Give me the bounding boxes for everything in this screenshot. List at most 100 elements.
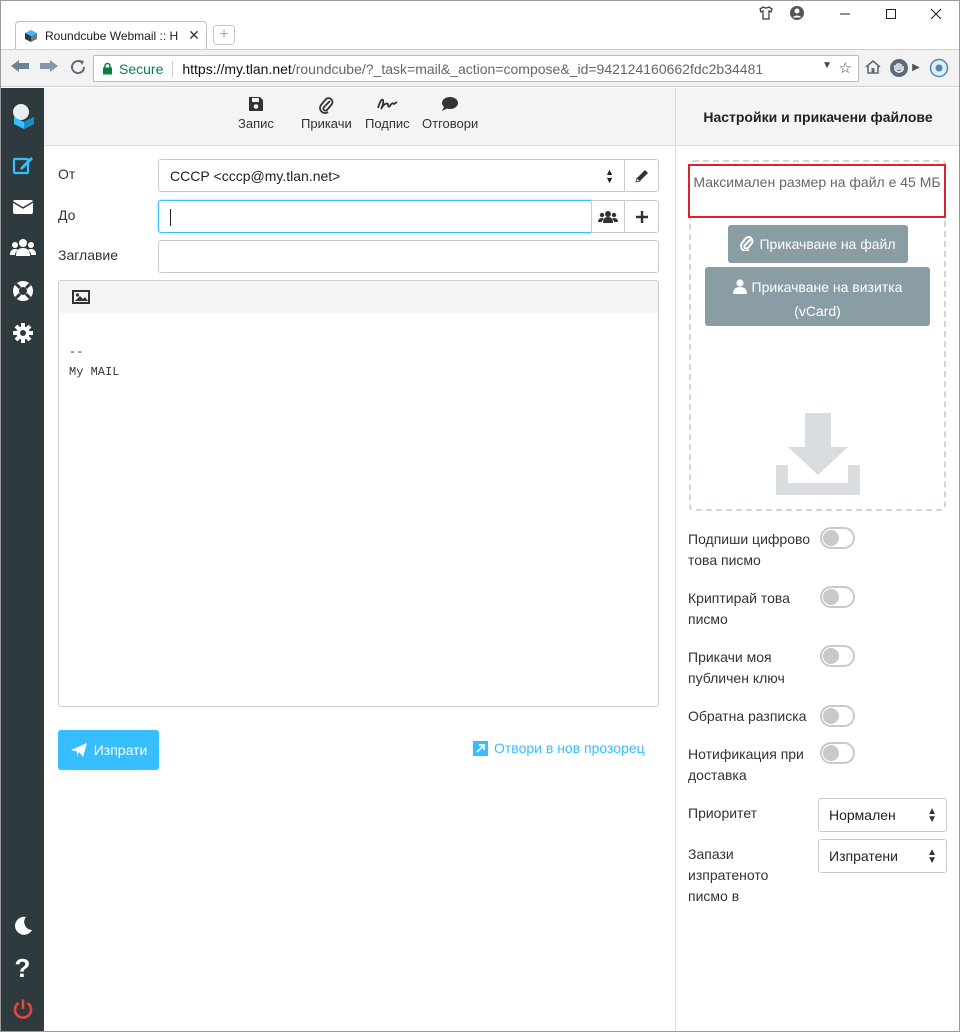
max-file-size-notice: Максимален размер на файл е 45 МБ xyxy=(688,164,946,218)
url-path: /roundcube/?_task=mail&_action=compose&_… xyxy=(291,60,764,77)
back-icon[interactable] xyxy=(9,58,31,80)
about-question-icon[interactable]: ? xyxy=(1,952,44,984)
paperclip-icon xyxy=(740,236,754,252)
pencil-icon xyxy=(634,169,648,183)
subject-input[interactable] xyxy=(158,240,659,273)
forward-icon[interactable] xyxy=(38,58,60,80)
dark-mode-moon-icon[interactable] xyxy=(1,910,44,942)
priority-select[interactable]: Нормален ▲ ▼ xyxy=(818,798,947,832)
open-in-new-window-label: Отвори в нов прозорец xyxy=(494,740,645,756)
option-label-encrypt: Криптирай това писмо xyxy=(688,590,790,627)
bookmark-star-icon[interactable]: ☆ xyxy=(839,59,852,77)
to-input[interactable] xyxy=(158,200,592,233)
external-link-icon xyxy=(473,740,488,756)
download-icon xyxy=(776,413,860,495)
responses-button[interactable]: Отговори xyxy=(422,96,478,131)
toolbar-row: Secure https://my.tlan.net/roundcube/?_t… xyxy=(1,49,959,87)
comment-icon xyxy=(441,96,459,116)
toggle-sign[interactable] xyxy=(820,527,855,549)
logout-power-icon[interactable] xyxy=(1,993,44,1025)
priority-value: Нормален xyxy=(829,807,896,823)
save-sent-label: Запази изпратеното писмо в xyxy=(688,846,769,904)
extension-stop-icon[interactable] xyxy=(889,58,909,78)
text-cursor xyxy=(170,208,171,226)
minimize-icon[interactable] xyxy=(830,5,860,27)
signature-label: Подпис xyxy=(365,116,410,131)
add-header-button[interactable] xyxy=(624,200,659,233)
address-bar[interactable]: Secure https://my.tlan.net/roundcube/?_t… xyxy=(93,55,859,82)
compose-icon[interactable] xyxy=(1,149,44,181)
close-window-icon[interactable] xyxy=(921,5,951,27)
compose-toolbar: Запис Прикачи Подпис Отговори xyxy=(44,88,675,146)
signature-button[interactable]: Подпис xyxy=(365,96,410,131)
browser-window: Roundcube Webmail :: H ✕ + Secure https:… xyxy=(0,0,960,1032)
send-label: Изпрати xyxy=(93,742,148,758)
from-value: СССР <cccp@my.tlan.net> xyxy=(170,168,341,184)
user-icon xyxy=(732,279,747,294)
browser-tab[interactable]: Roundcube Webmail :: H ✕ xyxy=(15,21,207,49)
secure-label: Secure xyxy=(119,60,164,77)
save-button[interactable]: Запис xyxy=(238,96,274,131)
attach-button[interactable]: Прикачи xyxy=(301,96,352,131)
signature-text: My MAIL xyxy=(69,365,120,379)
contacts-small-icon xyxy=(598,210,618,223)
send-paper-plane-icon xyxy=(70,743,87,757)
save-sent-value: Изпратени xyxy=(829,848,898,864)
roundcube-logo-icon[interactable] xyxy=(1,99,44,131)
attach-file-label: Прикачване на файл xyxy=(759,236,896,252)
reload-icon[interactable] xyxy=(67,58,89,80)
tab-close-icon[interactable]: ✕ xyxy=(186,27,202,44)
option-label-attach-pubkey: Прикачи моя публичен ключ xyxy=(688,649,785,686)
divider xyxy=(172,60,174,77)
attach-label: Прикачи xyxy=(301,116,352,131)
mail-icon[interactable] xyxy=(1,191,44,223)
address-book-button[interactable] xyxy=(591,200,625,233)
app-sidebar: ? xyxy=(1,88,44,1031)
tab-title: Roundcube Webmail :: H xyxy=(45,28,179,43)
message-body-editor[interactable]: -- My MAIL xyxy=(58,313,659,707)
save-sent-select[interactable]: Изпратени ▲ ▼ xyxy=(818,839,947,873)
toggle-delivery-notification[interactable] xyxy=(820,742,855,764)
signature-icon xyxy=(376,96,398,116)
responses-label: Отговори xyxy=(422,116,479,131)
dropdown-arrow-icon[interactable]: ▼ xyxy=(822,60,832,71)
open-in-new-window-link[interactable]: Отвори в нов прозорец xyxy=(473,740,645,756)
option-label-read-receipt: Обратна разписка xyxy=(688,708,807,724)
extension-settings-icon[interactable] xyxy=(929,58,949,78)
from-label: От xyxy=(58,166,76,182)
attach-file-button[interactable]: Прикачване на файл xyxy=(728,225,908,263)
contacts-icon[interactable] xyxy=(1,231,44,263)
new-tab-button[interactable]: + xyxy=(213,25,235,45)
option-label-sign: Подпиши цифрово това писмо xyxy=(688,531,811,568)
home-icon[interactable] xyxy=(863,58,883,78)
extension-arrow-icon[interactable]: ▶ xyxy=(911,58,921,78)
save-label: Запис xyxy=(238,116,274,131)
select-arrows-icon: ▲ ▼ xyxy=(927,847,937,866)
settings-gear-icon[interactable] xyxy=(1,317,44,349)
paperclip-icon xyxy=(318,96,334,116)
save-floppy-icon xyxy=(248,96,264,116)
option-label-delivery-notification: Нотификация при доставка xyxy=(688,746,804,783)
priority-label: Приоритет xyxy=(688,805,758,821)
profile-icon[interactable] xyxy=(782,5,812,27)
attach-vcard-button[interactable]: Прикачване на визитка (vCard) xyxy=(705,267,930,326)
toggle-encrypt[interactable] xyxy=(820,586,855,608)
attach-vcard-label: Прикачване на визитка (vCard) xyxy=(751,279,903,319)
maximize-icon[interactable] xyxy=(876,5,906,27)
options-panel: Настройки и прикачени файлове Максимален… xyxy=(675,88,959,1031)
image-icon[interactable] xyxy=(72,290,90,304)
subject-label: Заглавие xyxy=(58,247,119,263)
from-select[interactable]: СССР <cccp@my.tlan.net> ▲ ▼ xyxy=(158,159,625,192)
tshirt-icon[interactable] xyxy=(751,5,781,27)
signature-separator: -- xyxy=(69,345,84,359)
url-host: https://my.tlan.net xyxy=(182,60,292,77)
toggle-read-receipt[interactable] xyxy=(820,705,855,727)
help-lifebuoy-icon[interactable] xyxy=(1,275,44,307)
select-arrows-icon: ▲ ▼ xyxy=(605,167,614,185)
plus-icon xyxy=(635,210,648,223)
title-bar: Roundcube Webmail :: H ✕ + xyxy=(1,1,959,49)
send-button[interactable]: Изпрати xyxy=(58,730,159,770)
toggle-attach-pubkey[interactable] xyxy=(820,645,855,667)
edit-identity-button[interactable] xyxy=(624,159,659,192)
roundcube-favicon-icon xyxy=(25,29,37,42)
